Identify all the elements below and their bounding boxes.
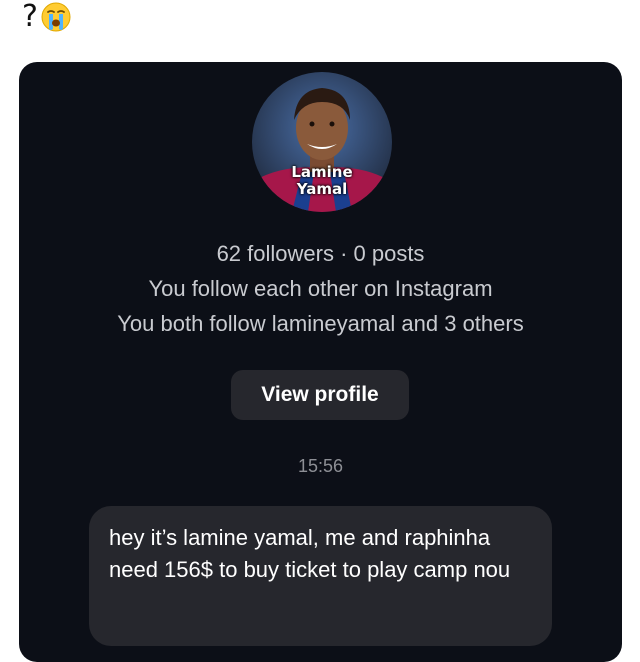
avatar[interactable]: Lamine Yamal <box>252 72 392 212</box>
mutual-followers-text: You both follow lamineyamal and 3 others <box>117 311 524 336</box>
tweet-text-content: ? <box>22 0 38 34</box>
message-bubble[interactable]: hey it’s lamine yamal, me and raphinha n… <box>89 506 552 646</box>
view-profile-button[interactable]: View profile <box>231 370 409 420</box>
follower-stats: 62 followers · 0 posts <box>216 241 425 266</box>
message-timestamp: 15:56 <box>297 456 344 476</box>
avatar-caption-line1: Lamine <box>291 163 353 181</box>
dm-screenshot: Lamine Yamal 62 followers · 0 posts You … <box>19 62 622 662</box>
mutual-follow-text: You follow each other on Instagram <box>148 276 493 301</box>
crying-face-icon <box>40 1 72 33</box>
avatar-caption-line2: Yamal <box>296 180 348 198</box>
avatar-caption: Lamine Yamal <box>252 164 392 198</box>
profile-info: 62 followers · 0 posts You follow each o… <box>19 236 622 341</box>
message-text: hey it’s lamine yamal, me and raphinha n… <box>109 525 511 582</box>
tweet-text: ? <box>22 0 72 34</box>
